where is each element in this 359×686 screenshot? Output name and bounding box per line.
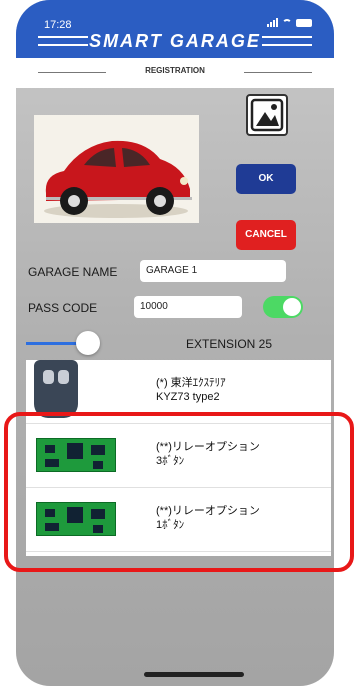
remote-control-icon — [34, 360, 78, 418]
status-time: 17:28 — [44, 19, 72, 31]
wifi-icon — [282, 19, 292, 27]
divider-right — [244, 72, 312, 73]
section-title: REGISTRATION — [145, 66, 205, 75]
registration-header: REGISTRATION — [16, 58, 334, 88]
cancel-button[interactable]: CANCEL — [236, 220, 296, 250]
list-item-label: (*) 東洋ｴｸｽﾃﾘｱ KYZ73 type2 — [156, 377, 226, 403]
garage-car-photo — [34, 115, 199, 223]
garage-name-field[interactable]: GARAGE 1 — [140, 260, 286, 282]
battery-icon — [296, 19, 312, 27]
top-bar: 17:28 SMART GARAGE — [16, 0, 334, 58]
extension-label: EXTENSION 25 — [186, 337, 273, 351]
toggle-knob — [283, 298, 301, 316]
highlight-box — [4, 412, 354, 572]
status-icons — [267, 18, 312, 27]
cellular-signal-icon — [267, 18, 278, 27]
extension-slider-thumb[interactable] — [76, 331, 100, 355]
ok-button[interactable]: OK — [236, 164, 296, 194]
pass-code-toggle[interactable] — [263, 296, 303, 318]
home-indicator — [144, 672, 244, 677]
pass-code-field[interactable]: 10000 — [134, 296, 242, 318]
choose-photo-button[interactable] — [246, 94, 288, 136]
title-decoration-right — [262, 36, 312, 46]
phone-screen: 17:28 SMART GARAGE REGISTRATION OK CANCE… — [16, 0, 334, 686]
garage-name-label: GARAGE NAME — [28, 265, 118, 279]
image-icon — [250, 98, 284, 132]
pass-code-label: PASS CODE — [28, 301, 98, 315]
